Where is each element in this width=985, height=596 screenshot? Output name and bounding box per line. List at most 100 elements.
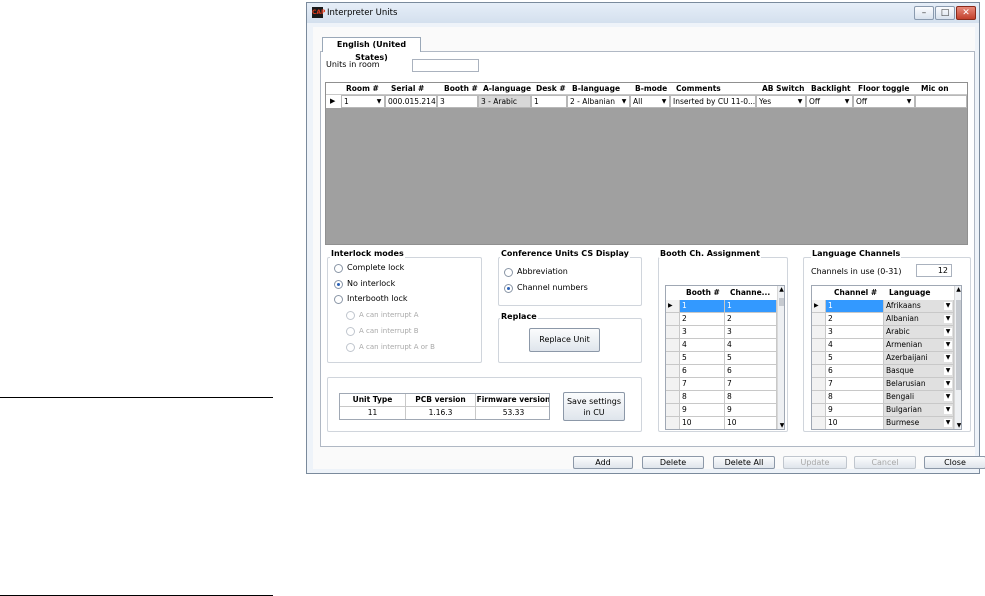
close-button[interactable]: Close [924,456,985,469]
scroll-thumb[interactable] [956,300,961,390]
table-cell[interactable]: Azerbaijani ▼ [884,352,954,365]
column-header-desk[interactable]: Desk # [536,84,566,93]
radio-a-interrupt-a-or-b-label[interactable]: A can interrupt A or B [359,343,435,351]
row-indicator[interactable] [812,378,826,391]
table-cell[interactable]: 5 [826,352,884,365]
row-indicator[interactable] [812,352,826,365]
table-cell[interactable]: Burmese ▼ [884,417,954,429]
table-cell[interactable]: 9 [725,404,777,417]
radio-no-interlock-label[interactable]: No interlock [347,279,395,288]
row-indicator[interactable] [812,313,826,326]
column-header-floor-toggle[interactable]: Floor toggle [858,84,909,93]
table-cell[interactable]: 9 [826,404,884,417]
radio-a-interrupt-a-label[interactable]: A can interrupt A [359,311,419,319]
cell-backlight[interactable]: Off ▼ [806,95,853,108]
column-header-a-language[interactable]: A-language [483,84,531,93]
row-indicator[interactable] [666,365,680,378]
table-cell[interactable]: 6 [826,365,884,378]
radio-abbreviation-label[interactable]: Abbreviation [517,267,568,276]
minimize-button[interactable]: – [914,6,934,20]
table-cell[interactable]: 1 [725,300,777,313]
table-row[interactable]: ▶ 1 ▼ 000.015.214 3 3 - Arabic 1 2 - Alba… [326,95,967,108]
booth-column-header[interactable]: Booth # [686,288,724,297]
table-cell[interactable]: 4 [725,339,777,352]
row-indicator[interactable] [812,417,826,429]
booth-scrollbar[interactable]: ▲ ▼ [777,286,784,429]
radio-interbooth-lock-label[interactable]: Interbooth lock [347,294,408,303]
radio-a-interrupt-a-or-b[interactable] [346,343,355,352]
dropdown-arrow-icon[interactable]: ▼ [944,341,952,349]
table-cell[interactable]: 10 [725,417,777,429]
dropdown-arrow-icon[interactable]: ▼ [796,98,804,106]
column-header-serial[interactable]: Serial # [391,84,424,93]
table-cell[interactable]: 9 [680,404,725,417]
row-indicator[interactable] [666,352,680,365]
channels-in-use-input[interactable]: 12 [916,264,952,277]
delete-button[interactable]: Delete [642,456,704,469]
channel-number-column-header[interactable]: Channel # [834,288,884,297]
column-header-booth[interactable]: Booth # [444,84,478,93]
radio-complete-lock-label[interactable]: Complete lock [347,263,404,272]
table-cell[interactable]: 10 [680,417,725,429]
save-settings-button[interactable]: Save settings in CU [563,392,625,421]
table-cell[interactable]: 5 [725,352,777,365]
dropdown-arrow-icon[interactable]: ▼ [620,98,628,106]
row-indicator[interactable] [812,339,826,352]
table-cell[interactable]: 5 [680,352,725,365]
channel-column-header[interactable]: Channe... [730,288,770,297]
dropdown-arrow-icon[interactable]: ▼ [944,380,952,388]
column-header-comments[interactable]: Comments [676,84,721,93]
scroll-up-icon[interactable]: ▲ [955,286,961,293]
table-cell[interactable]: Basque ▼ [884,365,954,378]
window-close-button[interactable]: ✕ [956,6,976,20]
radio-abbreviation[interactable] [504,268,513,277]
radio-no-interlock[interactable] [334,280,343,289]
dropdown-arrow-icon[interactable]: ▼ [660,98,668,106]
language-scrollbar[interactable]: ▲ ▼ [954,286,961,429]
cell-floor-toggle[interactable]: Off ▼ [853,95,915,108]
dropdown-arrow-icon[interactable]: ▼ [944,367,952,375]
table-cell[interactable]: 6 [725,365,777,378]
cell-booth[interactable]: 3 [437,95,478,108]
table-cell[interactable]: 2 [725,313,777,326]
dropdown-arrow-icon[interactable]: ▼ [944,406,952,414]
replace-unit-button[interactable]: Replace Unit [529,328,600,352]
column-header-room[interactable]: Room # [346,84,379,93]
table-cell[interactable]: 6 [680,365,725,378]
table-cell[interactable]: 1 [826,300,884,313]
table-cell[interactable]: Afrikaans ▼ [884,300,954,313]
cell-desk[interactable]: 1 [531,95,567,108]
radio-channel-numbers-label[interactable]: Channel numbers [517,283,588,292]
table-cell[interactable]: 8 [680,391,725,404]
table-cell[interactable]: 4 [826,339,884,352]
row-indicator[interactable] [812,326,826,339]
table-cell[interactable]: 7 [826,378,884,391]
column-header-backlight[interactable]: Backlight [811,84,851,93]
table-cell[interactable]: 8 [826,391,884,404]
table-cell[interactable]: 4 [680,339,725,352]
row-indicator[interactable]: ▶ [666,300,680,313]
cell-room[interactable]: 1 ▼ [341,95,385,108]
scroll-down-icon[interactable]: ▼ [778,422,784,429]
add-button[interactable]: Add [573,456,633,469]
column-header-b-mode[interactable]: B-mode [635,84,667,93]
radio-complete-lock[interactable] [334,264,343,273]
table-cell[interactable]: Bulgarian ▼ [884,404,954,417]
table-cell[interactable]: 8 [725,391,777,404]
cell-ab-switch[interactable]: Yes ▼ [756,95,806,108]
update-button[interactable]: Update [783,456,847,469]
column-header-b-language[interactable]: B-language [572,84,620,93]
scroll-down-icon[interactable]: ▼ [955,422,961,429]
table-cell[interactable]: Bengali ▼ [884,391,954,404]
row-indicator[interactable] [666,378,680,391]
units-in-room-input[interactable] [412,59,479,72]
dropdown-arrow-icon[interactable]: ▼ [944,315,952,323]
maximize-button[interactable]: □ [935,6,955,20]
cell-serial[interactable]: 000.015.214 [385,95,437,108]
dropdown-arrow-icon[interactable]: ▼ [843,98,851,106]
cell-b-language[interactable]: 2 - Albanian ▼ [567,95,630,108]
table-cell[interactable]: 3 [826,326,884,339]
cancel-button[interactable]: Cancel [854,456,916,469]
dropdown-arrow-icon[interactable]: ▼ [944,354,952,362]
scroll-up-icon[interactable]: ▲ [778,286,784,293]
